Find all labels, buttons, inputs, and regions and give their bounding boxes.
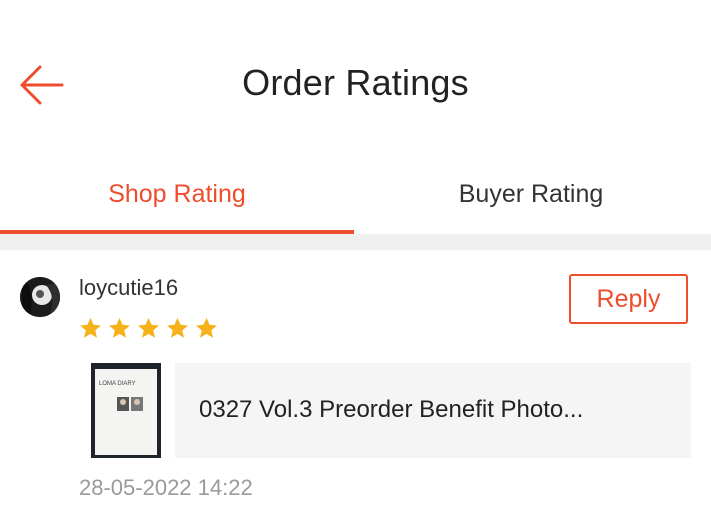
reviewer-username: loycutie16	[79, 275, 179, 300]
avatar[interactable]	[20, 277, 60, 317]
rating-tabs: Shop Rating Buyer Rating	[0, 158, 711, 236]
product-thumbnail[interactable]: LOMA DIARY	[91, 363, 161, 458]
reply-button[interactable]: Reply	[569, 274, 688, 324]
star-icon	[80, 317, 101, 338]
page-title: Order Ratings	[242, 62, 469, 103]
thumb-cover-text: LOMA DIARY	[99, 381, 136, 387]
product-name: 0327 Vol.3 Preorder Benefit Photo...	[199, 396, 584, 423]
section-divider	[0, 234, 711, 250]
order-ratings-screen: Order Ratings Shop Rating Buyer Rating l…	[0, 0, 711, 525]
star-icon	[167, 317, 188, 338]
product-item[interactable]: 0327 Vol.3 Preorder Benefit Photo...	[175, 363, 691, 458]
star-icon	[196, 317, 217, 338]
tab-shop-rating[interactable]: Shop Rating	[0, 158, 354, 230]
tab-buyer-rating[interactable]: Buyer Rating	[354, 158, 708, 230]
star-icon	[138, 317, 159, 338]
header: Order Ratings	[0, 0, 711, 150]
star-rating	[78, 316, 219, 341]
review-timestamp: 28-05-2022 14:22	[79, 475, 253, 500]
star-icon	[109, 317, 130, 338]
